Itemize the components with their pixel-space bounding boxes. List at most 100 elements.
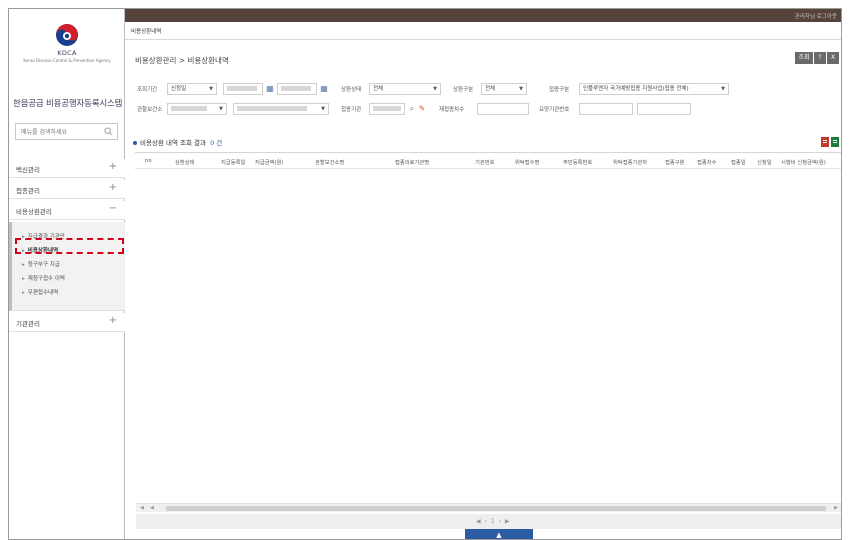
start-date-input[interactable] [223,83,263,95]
menu-institution[interactable]: 기관관리 + [9,313,125,332]
menu-label: 백신관리 [16,166,40,174]
health-center-select[interactable]: ▼ [233,103,329,115]
institution-code-input[interactable] [579,103,633,115]
horizontal-scrollbar[interactable]: ◀ ◀ ▶ [136,503,841,512]
vaccination-type-select[interactable]: 인플루엔자 국가예방접종 지원사업(접종 전체) ▼ [579,83,729,95]
status-select[interactable]: 전체 ▼ [369,83,441,95]
institution-code-input-2[interactable] [637,103,691,115]
calendar-icon[interactable]: ▦ [265,83,275,94]
user-info[interactable]: 관리자님 로그아웃 [795,12,837,20]
expand-icon[interactable]: + [109,316,117,326]
logo-abbr: KDCA [57,49,77,57]
table-header: no 상환상태 지급등록일 지급금액(원) 관할보건소명 접종의료기관명 기관번… [135,153,841,169]
column-header[interactable]: no [145,158,152,164]
pagination[interactable]: ◀ ‹ 1 › ▶ [476,518,510,525]
menu-vaccine[interactable]: 백신관리 + [9,159,125,178]
tab-reimbursement-history[interactable]: 비용상환내역 [131,27,161,35]
type-label: 상환구분 [453,87,474,93]
expand-icon[interactable]: + [109,183,117,193]
vaccination-type-label: 접종구분 [549,87,570,93]
round-input[interactable] [477,103,529,115]
kdca-logo-icon [56,24,78,46]
search-button[interactable]: 조회 [795,52,813,64]
calendar-icon[interactable]: ▦ [319,83,329,94]
column-header[interactable]: 접종일 [731,158,746,166]
excel-export-icon[interactable] [831,137,839,147]
search-icon[interactable] [104,127,113,136]
column-header[interactable]: 접종의료기관명 [395,158,429,166]
end-date-input[interactable] [277,83,317,95]
column-header[interactable]: 위탁접종기관자 [613,158,647,166]
column-header[interactable]: 관할보건소명 [315,158,344,166]
round-label: 재접종차수 [439,107,465,113]
menu-reimbursement[interactable]: 비용상환관리 − [9,201,125,220]
period-label: 조회기간 [137,87,158,93]
menu-search[interactable] [15,123,118,140]
result-count: 0 건 [210,139,223,147]
column-header[interactable]: 지급등록일 [221,158,245,166]
health-center-label: 관할보건소 [137,107,163,113]
scrollbar-thumb[interactable] [166,506,826,511]
column-header[interactable]: 지급금액(원) [255,158,284,166]
result-title: 비용상환 내역 조회 결과 0 건 [133,137,222,147]
search-filters: 조회기간 신청일 ▼ ▦ ▦ 상환상태 전체 ▼ 상환구분 전체 ▼ 접종구분 인플루… [125,71,841,123]
result-section-header: 비용상환 내역 조회 결과 0 건 [125,134,841,150]
scroll-left-icon[interactable]: ◀ [150,505,154,511]
menu-label: 비용상환관리 [16,208,52,216]
scroll-left-icon[interactable]: ◀ [140,505,144,511]
collapse-icon[interactable]: − [109,204,117,214]
chevron-down-icon: ▼ [219,106,223,112]
window-controls: 조회? X [794,52,839,64]
institution-code-label: 요양기관번호 [539,107,570,113]
highlight-box [15,238,124,254]
province-select[interactable]: ▼ [167,103,227,115]
column-header[interactable]: 신청일 [757,158,772,166]
result-table: no 상환상태 지급등록일 지급금액(원) 관할보건소명 접종의료기관명 기관번… [135,152,841,506]
chevron-down-icon: ▼ [321,106,325,112]
bullet-icon: ▸ [22,276,25,282]
chevron-down-icon: ▼ [721,86,725,92]
submenu-item-claim-payment[interactable]: ▸ 청구부구 지급 [22,260,60,268]
type-select[interactable]: 전체 ▼ [481,83,527,95]
filter-row-1: 조회기간 신청일 ▼ ▦ ▦ 상환상태 전체 ▼ 상환구분 전체 ▼ 접종구분 인플루… [125,81,841,97]
breadcrumb: 비용상환관리 > 비용상환내역 [135,56,229,65]
search-icon[interactable]: ⌕ [407,103,417,114]
eraser-icon[interactable]: ✎ [417,103,427,114]
submenu-item-reclaim-history[interactable]: ▸ 재청구접수 이력 [22,274,65,282]
column-header[interactable]: 접종차수 [697,158,717,166]
submenu-item-mail-receipt[interactable]: ▸ 우편접수내역 [22,288,58,296]
app-window: KDCA Korea Disease Control & Prevention … [8,8,842,540]
menu-label: 기관관리 [16,320,40,328]
column-header[interactable]: 위탁접수명 [515,158,539,166]
sidebar: KDCA Korea Disease Control & Prevention … [9,9,125,539]
page-header: 비용상환관리 > 비용상환내역 조회? X [125,49,841,69]
close-button[interactable]: X [827,52,839,64]
menu-search-input[interactable] [21,127,101,137]
logo: KDCA Korea Disease Control & Prevention … [9,23,125,63]
scroll-right-icon[interactable]: ▶ [834,505,838,511]
column-header[interactable]: 접종구분 [665,158,685,166]
bullet-icon: ▸ [22,290,25,296]
column-header[interactable]: 주민등록번호 [563,158,592,166]
pagination-bar: ◀ ‹ 1 › ▶ [136,514,841,529]
menu-vaccination[interactable]: 접종관리 + [9,180,125,199]
tab-bar: 비용상환내역 [125,22,841,40]
menu-label: 접종관리 [16,187,40,195]
chevron-down-icon: ▼ [519,86,523,92]
scroll-top-button[interactable]: ▲ [465,529,533,539]
help-button[interactable]: ? [814,52,826,64]
pdf-export-icon[interactable] [821,137,829,147]
column-header[interactable]: 시행비 신청금액(원) [781,158,826,166]
institution-input[interactable] [369,103,405,115]
status-label: 상환상태 [341,87,362,93]
top-header-bar: 관리자님 로그아웃 [125,9,841,22]
filter-row-2: 관할보건소 ▼ ▼ 접종기관 ⌕ ✎ 재접종차수 요양기관번호 [125,101,841,117]
period-type-select[interactable]: 신청일 ▼ [167,83,217,95]
chevron-down-icon: ▼ [209,86,213,92]
expand-icon[interactable]: + [109,162,117,172]
column-header[interactable]: 상환상태 [175,158,195,166]
column-header[interactable]: 기관번호 [475,158,495,166]
logo-fullname: Korea Disease Control & Prevention Agenc… [23,58,111,63]
bullet-icon [133,141,137,145]
bullet-icon: ▸ [22,262,25,268]
